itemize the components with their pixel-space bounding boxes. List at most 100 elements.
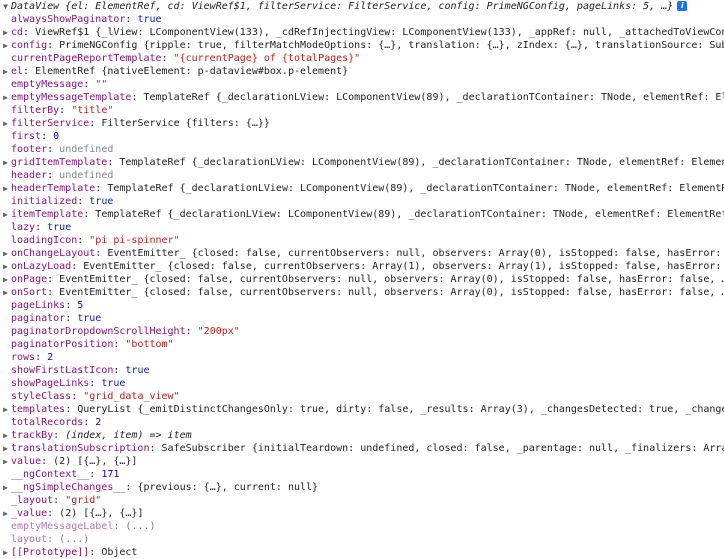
expand-right-icon[interactable]: ▶: [1, 27, 10, 38]
property-value: TemplateRef {_declarationLView: LCompone…: [95, 209, 724, 220]
expand-right-icon[interactable]: ▶: [1, 209, 10, 220]
expand-right-icon[interactable]: ▶: [1, 274, 10, 285]
colon: :: [107, 157, 120, 168]
property-key: [[Prototype]]: [11, 547, 90, 558]
property-key: paginatorPosition: [11, 339, 114, 350]
info-icon[interactable]: i: [677, 1, 688, 11]
property-value: "bottom": [125, 339, 174, 350]
property-key: onSort: [11, 287, 48, 298]
colon: :: [89, 118, 102, 129]
expand-right-icon[interactable]: ▶: [1, 66, 10, 77]
object-summary: DataView {el: ElementRef, cd: ViewRef$1,…: [11, 1, 674, 12]
property-value: Object: [101, 547, 138, 558]
expand-right-icon[interactable]: ▶: [1, 118, 10, 129]
colon: :: [89, 547, 102, 558]
property-key: styleClass: [11, 391, 72, 402]
property-value: PrimeNGConfig {ripple: true, filterMatch…: [59, 40, 724, 51]
property-value: true: [47, 222, 72, 233]
colon: :: [113, 521, 126, 532]
expand-right-icon[interactable]: ▶: [1, 261, 10, 272]
property-value: "grid_data_view": [83, 391, 180, 402]
property-key: trackBy: [11, 430, 54, 441]
property-key: gridItemTemplate: [11, 157, 108, 168]
colon: :: [47, 287, 60, 298]
property-value: FilterService {filters: {…}}: [101, 118, 270, 129]
expand-right-icon[interactable]: ▶: [1, 547, 10, 558]
expand-right-icon[interactable]: ▶: [1, 92, 10, 103]
property-value: 5: [77, 300, 84, 311]
colon: :: [47, 170, 60, 181]
property-value: EventEmitter_ {closed: false, currentObs…: [107, 248, 724, 259]
property-value: true: [101, 378, 126, 389]
colon: :: [113, 339, 126, 350]
colon: :: [47, 508, 60, 519]
colon: :: [65, 313, 78, 324]
property-key: header: [11, 170, 48, 181]
colon: :: [35, 222, 48, 233]
property-value[interactable]: (...): [125, 521, 155, 532]
colon: :: [41, 456, 54, 467]
property-key: emptyMessage: [11, 79, 84, 90]
property-value: 171: [101, 469, 120, 480]
property-value: TemplateRef {_declarationLView: LCompone…: [107, 183, 724, 194]
property-value: QueryList {_emitDistinctChangesOnly: tru…: [77, 404, 724, 415]
expand-down-icon[interactable]: ▼: [1, 1, 10, 12]
expand-right-icon[interactable]: ▶: [1, 482, 10, 493]
expand-right-icon[interactable]: ▶: [1, 443, 10, 454]
property-value: true: [137, 14, 162, 25]
property-value: SafeSubscriber {initialTeardown: undefin…: [161, 443, 724, 454]
colon: :: [83, 79, 96, 90]
property-value: 2: [95, 417, 102, 428]
expand-right-icon[interactable]: ▶: [1, 456, 10, 467]
property-value: true: [89, 196, 114, 207]
expand-right-icon[interactable]: ▶: [1, 287, 10, 298]
property-key: footer: [11, 144, 48, 155]
property-value: "{currentPage} of {totalPages}": [173, 53, 361, 64]
property-key: el: [11, 66, 24, 77]
property-value: "200px": [197, 326, 240, 337]
property-key: currentPageReportTemplate: [11, 53, 162, 64]
property-value: undefined: [59, 144, 114, 155]
property-value: (2) [{…}, {…}]: [53, 456, 138, 467]
property-key: _layout: [11, 495, 54, 506]
colon: :: [71, 261, 84, 272]
colon: :: [185, 326, 198, 337]
expand-right-icon[interactable]: ▶: [1, 404, 10, 415]
colon: :: [65, 300, 78, 311]
property-value: 2: [47, 352, 54, 363]
property-value: EventEmitter_ {closed: false, currentObs…: [83, 261, 724, 272]
colon: :: [89, 469, 102, 480]
expand-right-icon[interactable]: ▶: [1, 248, 10, 259]
property-value: (index, item) => item: [65, 430, 192, 441]
expand-right-icon[interactable]: ▶: [1, 183, 10, 194]
property-key: totalRecords: [11, 417, 84, 428]
expand-right-icon[interactable]: ▶: [1, 430, 10, 441]
colon: :: [83, 417, 96, 428]
expand-right-icon[interactable]: ▶: [1, 157, 10, 168]
colon: :: [35, 352, 48, 363]
property-value: TemplateRef {_declarationLView: LCompone…: [143, 92, 724, 103]
expand-right-icon[interactable]: ▶: [1, 508, 10, 519]
expand-right-icon[interactable]: ▶: [1, 40, 10, 51]
property-value: "title": [71, 105, 114, 116]
property-key: itemTemplate: [11, 209, 84, 220]
colon: :: [77, 235, 90, 246]
property-key: templates: [11, 404, 66, 415]
colon: :: [47, 534, 60, 545]
property-key: loadingIcon: [11, 235, 78, 246]
property-value[interactable]: (...): [59, 534, 89, 545]
colon: :: [95, 183, 108, 194]
property-key: cd: [11, 27, 24, 38]
colon: :: [149, 443, 162, 454]
